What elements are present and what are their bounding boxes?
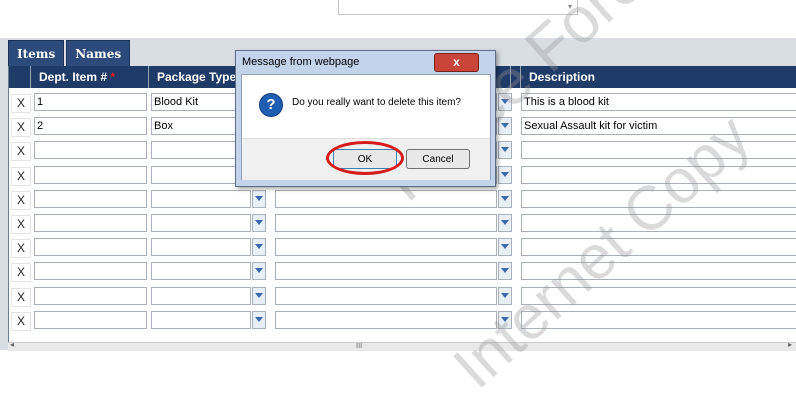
dialog-body: ? Do you really want to delete this item… [241,74,491,180]
delete-row-button[interactable]: X [11,190,31,210]
description-field[interactable] [521,141,796,160]
chevron-down-icon[interactable] [498,262,512,281]
dept-item-field[interactable]: 1 [34,93,147,111]
column-header-description: Description [521,66,796,88]
chevron-down-icon[interactable] [498,141,512,160]
chevron-down-icon[interactable] [498,286,512,305]
chevron-down-icon[interactable] [252,262,266,281]
chevron-down-icon[interactable] [498,93,512,111]
package-type-select[interactable] [151,286,251,305]
chevron-down-icon[interactable] [252,189,266,208]
dept-item-field[interactable] [34,286,147,305]
chevron-down-icon[interactable] [498,214,512,232]
container-select[interactable] [275,262,497,281]
tab-items[interactable]: Items [8,40,65,68]
description-field[interactable] [521,214,796,232]
delete-row-button[interactable]: X [11,118,31,138]
package-type-select[interactable] [151,214,251,232]
column-header-dept-item: Dept. Item # * [31,66,149,88]
chevron-down-icon[interactable] [498,117,512,136]
header-spacer [511,66,521,88]
description-field[interactable] [521,238,796,257]
confirm-dialog: Message from webpage x ? Do you really w… [235,50,496,187]
container-select[interactable] [275,214,497,232]
chevron-down-icon[interactable] [498,238,512,257]
table-row: X [9,259,796,284]
dept-item-field[interactable] [34,310,147,329]
description-field[interactable] [521,165,796,184]
dept-item-field[interactable] [34,165,147,184]
chevron-down-icon[interactable] [252,310,266,329]
table-row: X [9,187,796,212]
delete-row-button[interactable]: X [11,142,31,162]
description-field[interactable] [521,286,796,305]
required-marker: * [110,70,116,84]
close-button[interactable]: x [434,53,479,72]
delete-row-button[interactable]: X [11,239,31,259]
chevron-down-icon[interactable] [252,286,266,305]
table-row: X [9,284,796,309]
description-field[interactable] [521,262,796,281]
tab-names[interactable]: Names [66,40,131,68]
container-select[interactable] [275,310,497,329]
dept-item-field[interactable] [34,189,147,208]
scroll-right-icon[interactable]: ▸ [788,340,792,349]
delete-row-button[interactable]: X [11,287,31,307]
package-type-select[interactable] [151,262,251,281]
ok-button[interactable]: OK [333,149,397,169]
chevron-down-icon[interactable] [252,214,266,232]
table-row: X [9,235,796,260]
description-field[interactable] [521,310,796,329]
description-field[interactable] [521,189,796,208]
cancel-button[interactable]: Cancel [406,149,470,169]
description-field[interactable]: This is a blood kit [521,93,796,111]
chevron-down-icon[interactable] [498,189,512,208]
header-spacer [9,66,31,88]
question-icon: ? [259,93,283,117]
chevron-down-icon[interactable]: ▾ [563,0,577,14]
table-row: X [9,211,796,236]
description-field[interactable]: Sexual Assault kit for victim [521,117,796,136]
top-dropdown[interactable]: ▾ [338,0,578,15]
package-type-select[interactable] [151,310,251,329]
dialog-message: Do you really want to delete this item? [292,97,461,108]
dept-item-field[interactable] [34,141,147,160]
container-select[interactable] [275,189,497,208]
column-header-dept-item-label: Dept. Item # [39,70,108,84]
tab-bar: Items Names [8,40,132,68]
delete-row-button[interactable]: X [11,166,31,186]
package-type-select[interactable] [151,189,251,208]
dept-item-field[interactable]: 2 [34,117,147,136]
chevron-down-icon[interactable] [498,165,512,184]
dept-item-field[interactable] [34,238,147,257]
dialog-footer: OK Cancel [242,138,490,180]
dept-item-field[interactable] [34,262,147,281]
table-row: X [9,308,796,333]
dialog-title: Message from webpage [242,56,360,68]
delete-row-button[interactable]: X [11,263,31,283]
package-type-select[interactable] [151,238,251,257]
delete-row-button[interactable]: X [11,215,31,234]
chevron-down-icon[interactable] [498,310,512,329]
delete-row-button[interactable]: X [11,311,31,331]
column-header-package-type-label: Package Type [157,70,237,84]
chevron-down-icon[interactable] [252,238,266,257]
page-header: pp ▾ [0,0,796,38]
scrollbar-thumb-grip[interactable]: III [356,342,362,350]
container-select[interactable] [275,238,497,257]
delete-row-button[interactable]: X [11,94,31,113]
container-select[interactable] [275,286,497,305]
dept-item-field[interactable] [34,214,147,232]
scroll-left-icon[interactable]: ◂ [10,340,14,349]
